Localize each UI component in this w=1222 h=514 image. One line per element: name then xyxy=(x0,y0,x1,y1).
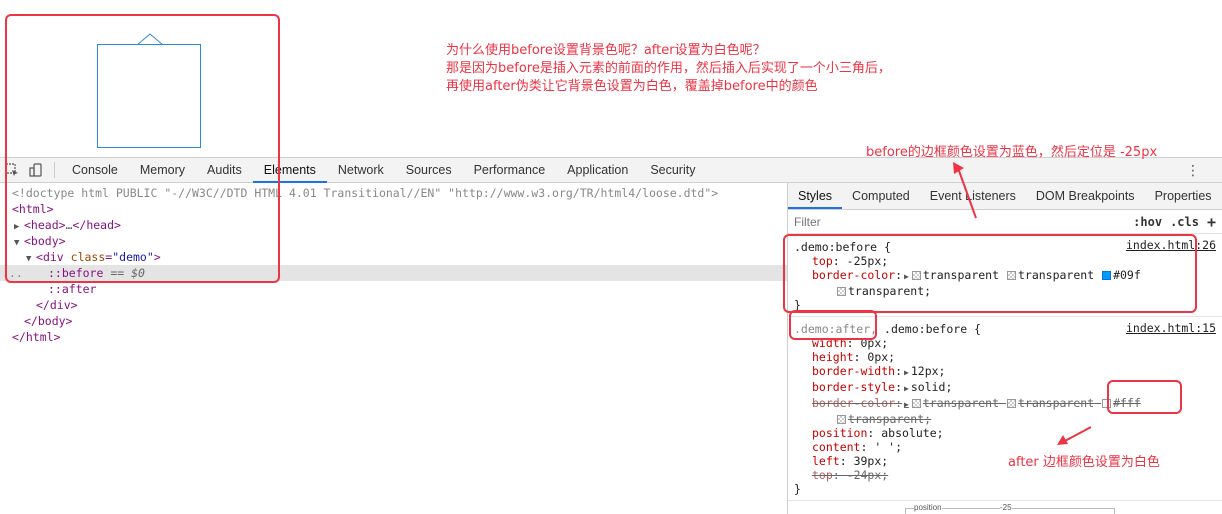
tab-computed[interactable]: Computed xyxy=(842,183,920,209)
color-swatch[interactable] xyxy=(911,399,921,408)
prop-name: border-width xyxy=(812,364,896,378)
expand-arrow-icon[interactable]: ▶ xyxy=(904,400,909,409)
prop-value: ' '; xyxy=(874,440,903,454)
dom-after[interactable]: ::after xyxy=(0,281,787,297)
annotation-arrow-icon xyxy=(1057,426,1092,445)
color-value: transparent; xyxy=(848,412,932,426)
prop-name: border-style xyxy=(812,380,896,394)
prop-name: top xyxy=(812,468,833,482)
color-swatch[interactable] xyxy=(1006,399,1016,408)
annotation-box-rule1 xyxy=(783,234,1197,313)
tab-application[interactable]: Application xyxy=(556,158,639,183)
dom-html-close[interactable]: </html> xyxy=(0,329,787,345)
prop-name: left xyxy=(812,454,840,468)
prop-position[interactable]: position: absolute; xyxy=(794,426,1216,440)
expand-arrow-icon[interactable]: ▶ xyxy=(904,368,909,377)
prop-name: content xyxy=(812,440,861,454)
prop-name: position xyxy=(812,426,868,440)
annotation-box-after-selector xyxy=(789,310,877,340)
prop-value: absolute; xyxy=(881,426,944,440)
color-value: transparent xyxy=(922,396,1000,410)
hov-button[interactable]: :hov xyxy=(1133,215,1162,229)
prop-value: solid; xyxy=(910,380,953,394)
annotation-before: before的边框颜色设置为蓝色，然后定位是 -25px xyxy=(866,145,1158,160)
filter-bar: :hov .cls + xyxy=(788,210,1222,234)
tab-styles[interactable]: Styles xyxy=(788,183,843,209)
annotation-line: 那是因为before是插入元素的前面的作用，然后插入后实现了一个小三角后， xyxy=(446,61,891,76)
prop-border-width[interactable]: border-width: ▶ 12px; xyxy=(794,364,1216,380)
prop-name: border-color xyxy=(812,396,896,410)
tab-network[interactable]: Network xyxy=(327,158,395,183)
annotation-line: 为什么使用before设置背景色呢？after设置为白色呢？ xyxy=(446,43,766,58)
styles-tabs: Styles Computed Event Listeners DOM Brea… xyxy=(788,183,1222,210)
rule-close: } xyxy=(794,482,801,496)
prop-height[interactable]: height: 0px; xyxy=(794,350,1216,364)
tab-sources[interactable]: Sources xyxy=(395,158,463,183)
more-options-icon[interactable]: ⋮ xyxy=(1186,162,1200,179)
rule-source-link[interactable]: index.html:15 xyxy=(1126,321,1216,335)
dom-body-close[interactable]: </body> xyxy=(0,313,787,329)
annotation-box-fff xyxy=(1107,380,1182,414)
tab-properties[interactable]: Properties xyxy=(1145,183,1222,209)
color-value: transparent xyxy=(1017,396,1095,410)
expand-arrow-icon[interactable]: ▶ xyxy=(904,384,909,393)
prop-value: -24px; xyxy=(846,468,889,482)
box-model-value: -25 xyxy=(1000,503,1012,512)
selector-before: .demo:before { xyxy=(884,322,981,336)
annotation-question: 为什么使用before设置背景色呢？after设置为白色呢？ 那是因为befor… xyxy=(446,42,891,96)
box-model-label: position xyxy=(914,503,942,512)
color-swatch[interactable] xyxy=(837,415,846,424)
cls-button[interactable]: .cls xyxy=(1170,215,1199,229)
prop-name: height xyxy=(812,350,854,364)
annotation-arrow-icon xyxy=(953,162,977,219)
tab-performance[interactable]: Performance xyxy=(463,158,557,183)
prop-value: 0px; xyxy=(867,350,896,364)
prop-content[interactable]: content: ' '; xyxy=(794,440,1216,454)
annotation-after: after 边框颜色设置为白色 xyxy=(1008,455,1160,470)
annotation-line: 再使用after伪类让它背景色设置为白色，覆盖掉before中的颜色 xyxy=(446,79,818,94)
add-rule-button[interactable]: + xyxy=(1207,213,1216,231)
prop-value: 12px; xyxy=(910,364,946,378)
dom-div-close[interactable]: </div> xyxy=(0,297,787,313)
tab-dom-breakpoints[interactable]: DOM Breakpoints xyxy=(1026,183,1145,209)
prop-value: 39px; xyxy=(853,454,889,468)
prop-border-color-cont: transparent; xyxy=(794,412,1216,426)
box-model: position -25 xyxy=(905,503,1115,514)
tab-security[interactable]: Security xyxy=(639,158,706,183)
annotation-box-preview xyxy=(5,14,280,283)
